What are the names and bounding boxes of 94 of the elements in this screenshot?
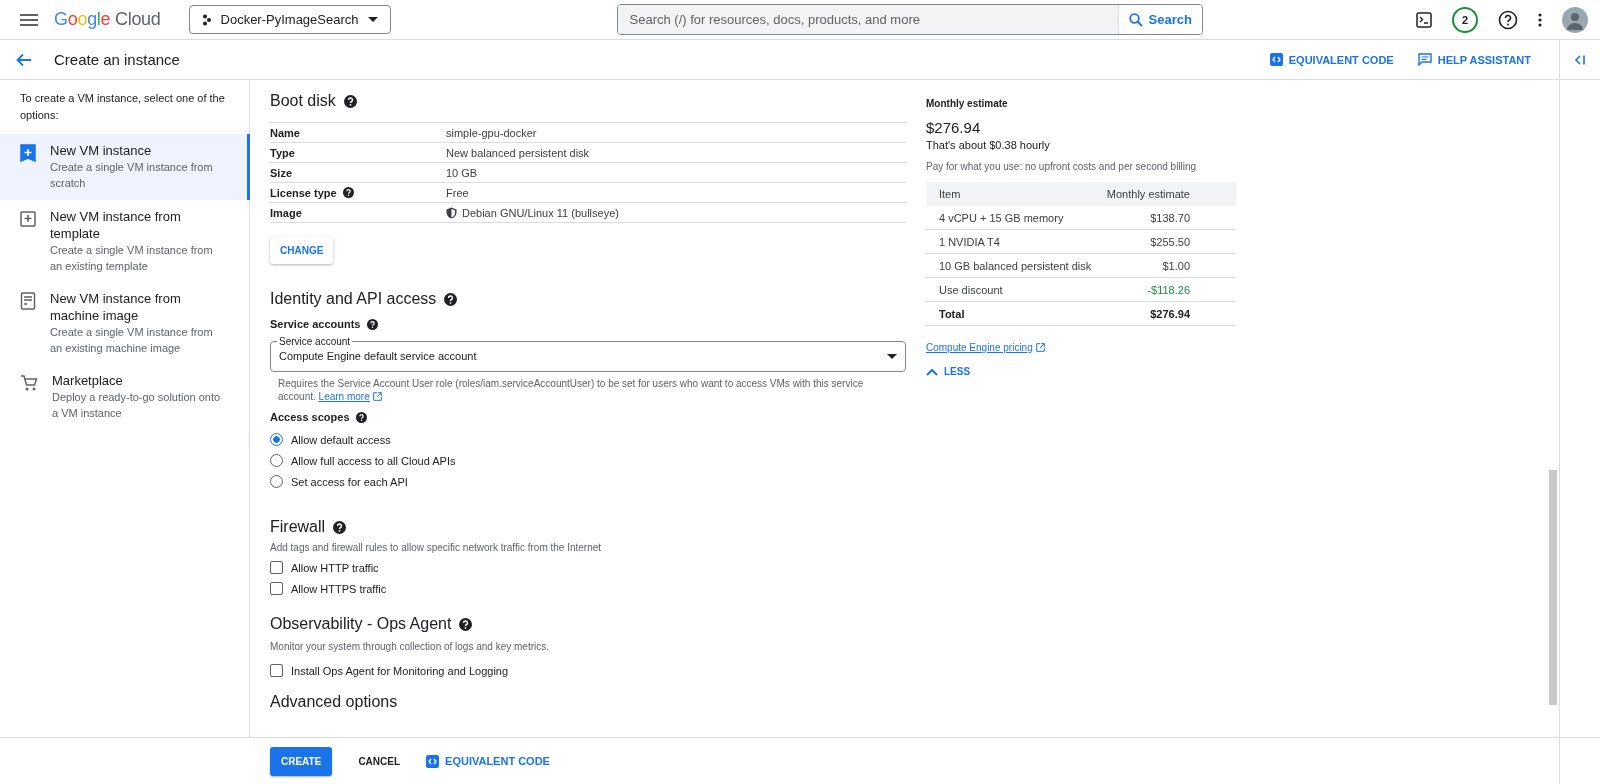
table-cell: $255.50 <box>1150 235 1190 248</box>
billing-note: Pay for what you use: no upfront costs and per second billing <box>926 161 1198 172</box>
section-heading: Firewall <box>270 518 326 536</box>
checkbox-label: Allow HTTPS traffic <box>291 582 387 595</box>
service-account-dropdown[interactable]: Service account Compute Engine default service account <box>270 336 906 372</box>
helper-text: Requires the Service Account User role (roles/iam.serviceAccountUser) to be set for users who want to access VMs with this service account. Learn more <box>278 377 865 403</box>
section-description: Add tags and firewall rules to allow specific network traffic from the Internet <box>270 542 603 553</box>
checkbox-label: Allow HTTP traffic <box>291 561 379 574</box>
code-icon <box>426 754 440 768</box>
table-cell: -$118.26 <box>1147 283 1190 296</box>
external-link-icon <box>372 392 382 401</box>
chevron-up-icon <box>926 367 938 376</box>
section-description: Monitor your system through collection of logs and key metrics. <box>270 641 550 652</box>
field-group-label: Service accounts <box>270 318 361 330</box>
help-icon[interactable] <box>366 318 378 330</box>
column-header: Monthly estimate <box>1106 188 1190 200</box>
table-cell: License type <box>270 186 337 199</box>
checkbox-label: Install Ops Agent for Monitoring and Logging <box>291 664 509 677</box>
help-icon[interactable] <box>459 617 473 631</box>
chat-icon <box>1417 53 1432 66</box>
help-icon[interactable] <box>444 292 458 306</box>
section-heading: Boot disk <box>270 92 336 110</box>
page-title: Create an instance <box>54 51 180 68</box>
table-cell: 10 GB <box>446 166 478 179</box>
header-action-link[interactable]: EQUIVALENT CODE <box>1269 53 1394 66</box>
back-arrow-icon[interactable] <box>16 52 32 67</box>
collapse-panel-icon[interactable] <box>1574 53 1586 66</box>
section-heading: Identity and API access <box>270 290 437 308</box>
sidebar-item[interactable]: Marketplace Deploy a ready-to-go solution onto a VM instance <box>0 364 250 430</box>
learn-more-link[interactable]: Learn more <box>318 390 382 403</box>
table-cell: Type <box>270 146 295 159</box>
equivalent-code-link[interactable]: EQUIVALENT CODE <box>426 754 550 768</box>
menu-icon[interactable] <box>20 13 38 26</box>
table-cell: Debian GNU/Linux 11 (bullseye) <box>446 206 619 219</box>
brand-logo[interactable]: Google Cloud <box>54 9 161 30</box>
help-icon[interactable] <box>343 94 357 108</box>
pricing-link[interactable]: Compute Engine pricing <box>926 342 1045 353</box>
table-cell: Total <box>939 307 965 320</box>
table-cell: Size <box>270 166 292 179</box>
radio-button[interactable] <box>270 433 283 446</box>
help-icon[interactable] <box>1498 9 1518 30</box>
table-cell: Image <box>270 206 302 219</box>
project-selector[interactable]: Docker-PyImageSearch <box>188 5 391 34</box>
table-cell: $138.70 <box>1150 211 1190 224</box>
table-cell: 4 vCPU + 15 GB memory <box>939 211 1064 224</box>
table-cell: New balanced persistent disk <box>446 146 590 159</box>
table-cell: $276.94 <box>1150 307 1190 320</box>
sidebar-item[interactable]: New VM instance from machine image Create a single VM instance from an existing machine image <box>0 282 250 364</box>
table-cell: 10 GB balanced persistent disk <box>939 259 1092 272</box>
radio-label: Set access for each API <box>291 475 408 488</box>
checkbox[interactable] <box>270 664 283 677</box>
table-cell: Name <box>270 126 300 139</box>
estimate-total: $276.94 <box>926 119 982 136</box>
avatar-icon[interactable] <box>1562 6 1588 33</box>
create-button[interactable]: CREATE <box>270 746 333 776</box>
field-group-label: Access scopes <box>270 411 350 423</box>
cart-icon <box>20 374 38 392</box>
change-button[interactable]: CHANGE <box>270 237 334 264</box>
vm-add-icon <box>20 144 36 162</box>
sidebar-intro: To create a VM instance, select one of the options: <box>20 91 226 123</box>
scrollbar-thumb[interactable] <box>1549 470 1557 705</box>
help-icon[interactable] <box>333 520 347 534</box>
shield-icon <box>446 206 457 219</box>
section-heading: Observability - Ops Agent <box>270 615 452 633</box>
radio-label: Allow default access <box>291 433 391 446</box>
table-cell: Free <box>446 186 469 199</box>
cancel-button[interactable]: CANCEL <box>352 754 407 768</box>
checkbox[interactable] <box>270 561 283 574</box>
nodes-icon <box>201 13 212 26</box>
sidebar-item[interactable]: New VM instance Create a single VM instance from scratch <box>0 134 250 200</box>
table-cell: simple-gpu-docker <box>446 126 537 139</box>
external-link-icon <box>1035 343 1045 352</box>
checkbox[interactable] <box>270 582 283 595</box>
section-heading: Advanced options <box>270 693 398 711</box>
code-icon <box>1269 53 1283 66</box>
table-cell: Use discount <box>939 283 1003 296</box>
caret-icon <box>887 353 897 359</box>
help-icon[interactable] <box>355 411 367 423</box>
help-icon[interactable] <box>342 187 354 198</box>
terminal-icon[interactable] <box>1416 11 1432 28</box>
table-cell: 1 NVIDIA T4 <box>939 235 1000 248</box>
column-header: Item <box>939 188 961 200</box>
estimate-label: Monthly estimate <box>926 98 1009 109</box>
sidebar-item[interactable]: New VM instance from template Create a single VM instance from an existing template <box>0 200 250 282</box>
caret-icon <box>367 17 378 22</box>
notification-count[interactable]: 2 <box>1452 6 1478 33</box>
header-action-link[interactable]: HELP ASSISTANT <box>1417 53 1531 66</box>
vm-add-icon <box>20 210 36 228</box>
more-icon[interactable] <box>1538 12 1542 27</box>
less-button[interactable]: LESS <box>926 366 971 377</box>
server-icon <box>20 292 36 310</box>
radio-label: Allow full access to all Cloud APIs <box>291 454 456 467</box>
table-cell: $1.00 <box>1162 259 1190 272</box>
hourly-estimate: That's about $0.38 hourly <box>926 139 1051 151</box>
